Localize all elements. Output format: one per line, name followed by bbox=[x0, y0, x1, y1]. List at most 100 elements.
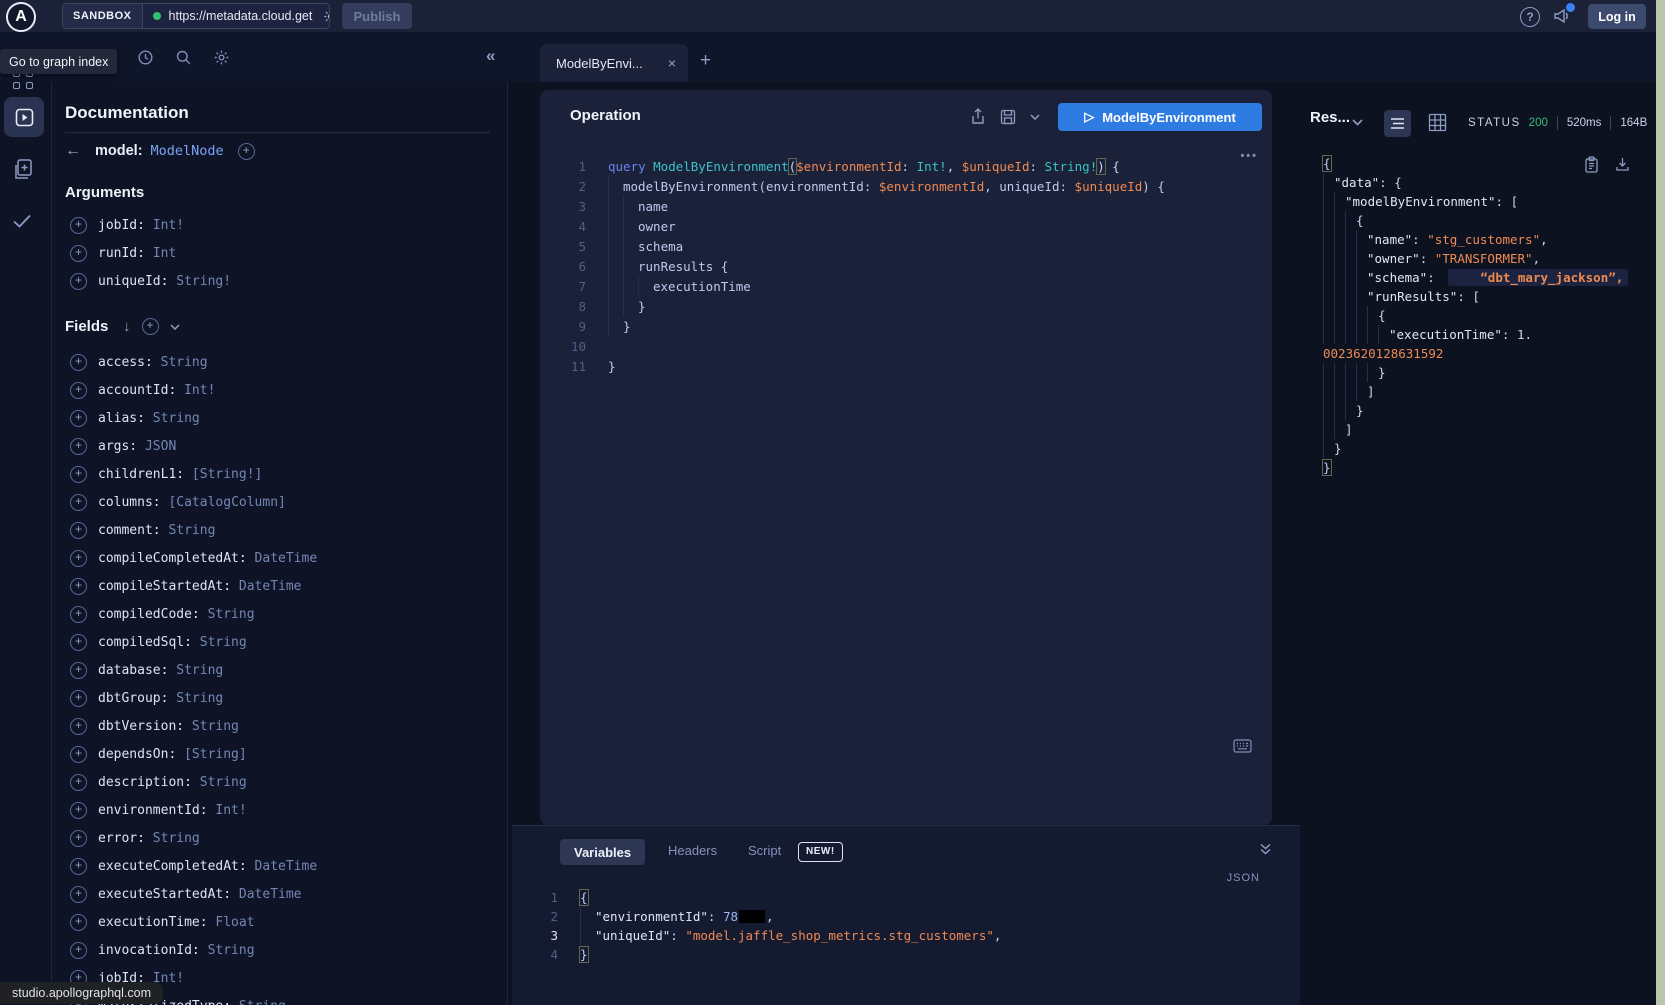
tab-script[interactable]: Script bbox=[748, 843, 781, 858]
field-row[interactable]: +executeStartedAt: DateTime bbox=[65, 880, 507, 908]
field-row[interactable]: +compiledCode: String bbox=[65, 600, 507, 628]
add-field-icon[interactable]: + bbox=[70, 634, 87, 651]
run-operation-button[interactable]: ▷ ModelByEnvironment bbox=[1058, 103, 1262, 131]
add-type-icon[interactable]: + bbox=[238, 143, 255, 160]
add-field-icon[interactable]: + bbox=[70, 410, 87, 427]
settings-gear-icon[interactable] bbox=[213, 49, 230, 66]
keyboard-shortcuts-icon[interactable] bbox=[1233, 739, 1252, 753]
add-field-icon[interactable]: + bbox=[70, 606, 87, 623]
add-field-icon[interactable]: + bbox=[70, 886, 87, 903]
field-row[interactable]: +compileStartedAt: DateTime bbox=[65, 572, 507, 600]
add-field-icon[interactable]: + bbox=[70, 662, 87, 679]
add-field-icon[interactable]: + bbox=[70, 718, 87, 735]
field-row[interactable]: +compiledSql: String bbox=[65, 628, 507, 656]
response-table-view-icon[interactable] bbox=[1428, 113, 1447, 132]
tab-modelbyenvironment[interactable]: ModelByEnvi... × bbox=[540, 44, 688, 82]
add-field-icon[interactable]: + bbox=[70, 774, 87, 791]
field-row[interactable]: +alias: String bbox=[65, 404, 507, 432]
collapse-variables-icon[interactable] bbox=[1259, 843, 1272, 855]
field-type[interactable]: String bbox=[192, 719, 239, 734]
field-type[interactable]: DateTime bbox=[255, 859, 318, 874]
field-type[interactable]: String bbox=[200, 635, 247, 650]
field-row[interactable]: +dbtVersion: String bbox=[65, 712, 507, 740]
field-type[interactable]: String bbox=[168, 523, 215, 538]
add-field-icon[interactable]: + bbox=[70, 354, 87, 371]
add-field-icon[interactable]: + bbox=[70, 830, 87, 847]
save-icon[interactable] bbox=[1000, 109, 1016, 125]
add-field-icon[interactable]: + bbox=[70, 578, 87, 595]
field-type[interactable]: [String!] bbox=[192, 467, 262, 482]
field-row[interactable]: +comment: String bbox=[65, 516, 507, 544]
publish-button[interactable]: Publish bbox=[342, 3, 412, 29]
field-type[interactable]: String bbox=[200, 775, 247, 790]
history-icon[interactable] bbox=[137, 49, 154, 66]
field-row[interactable]: +description: String bbox=[65, 768, 507, 796]
field-type[interactable]: String bbox=[176, 663, 223, 678]
field-row[interactable]: +environmentId: Int! bbox=[65, 796, 507, 824]
field-type[interactable]: DateTime bbox=[255, 551, 318, 566]
field-row[interactable]: +compileCompletedAt: DateTime bbox=[65, 544, 507, 572]
field-row[interactable]: +args: JSON bbox=[65, 432, 507, 460]
response-chevron-icon[interactable] bbox=[1352, 119, 1363, 126]
field-type[interactable]: String! bbox=[176, 274, 231, 289]
field-type[interactable]: JSON bbox=[145, 439, 176, 454]
field-type[interactable]: String bbox=[176, 691, 223, 706]
add-field-icon[interactable]: + bbox=[70, 273, 87, 290]
field-row[interactable]: +dbtGroup: String bbox=[65, 684, 507, 712]
field-type[interactable]: String bbox=[153, 831, 200, 846]
breadcrumb-type[interactable]: ModelNode bbox=[151, 143, 224, 159]
add-field-icon[interactable]: + bbox=[70, 522, 87, 539]
field-type[interactable]: Int! bbox=[153, 218, 184, 233]
variables-editor[interactable]: 1{2"environmentId": 78,3"uniqueId": "mod… bbox=[530, 888, 1001, 964]
add-field-icon[interactable]: + bbox=[70, 438, 87, 455]
argument-row[interactable]: +runId: Int bbox=[65, 239, 507, 267]
chevron-down-icon[interactable] bbox=[170, 324, 180, 330]
field-row[interactable]: +accountId: Int! bbox=[65, 376, 507, 404]
field-type[interactable]: String bbox=[161, 355, 208, 370]
field-type[interactable]: Int! bbox=[215, 803, 246, 818]
field-type[interactable]: String bbox=[153, 411, 200, 426]
sort-fields-icon[interactable]: ↓ bbox=[123, 318, 131, 335]
help-icon[interactable]: ? bbox=[1520, 7, 1540, 27]
tab-close-icon[interactable]: × bbox=[668, 55, 676, 71]
field-type[interactable]: String bbox=[208, 607, 255, 622]
field-type[interactable]: Float bbox=[215, 915, 254, 930]
apollo-logo[interactable]: A bbox=[6, 2, 36, 32]
add-field-icon[interactable]: + bbox=[70, 858, 87, 875]
add-field-icon[interactable]: + bbox=[70, 466, 87, 483]
tab-variables[interactable]: Variables bbox=[560, 839, 645, 865]
field-type[interactable]: [String] bbox=[184, 747, 247, 762]
back-arrow-icon[interactable]: ← bbox=[65, 142, 81, 160]
field-row[interactable]: +columns: [CatalogColumn] bbox=[65, 488, 507, 516]
field-type[interactable]: Int bbox=[153, 246, 176, 261]
add-field-icon[interactable]: + bbox=[70, 690, 87, 707]
collapse-sidebar-icon[interactable]: « bbox=[486, 46, 495, 66]
nav-collections-icon[interactable] bbox=[12, 158, 34, 182]
field-type[interactable]: String bbox=[239, 999, 286, 1005]
login-button[interactable]: Log in bbox=[1588, 4, 1646, 29]
save-options-chevron-icon[interactable] bbox=[1030, 114, 1040, 120]
announcements-icon[interactable] bbox=[1552, 6, 1572, 26]
field-row[interactable]: +dependsOn: [String] bbox=[65, 740, 507, 768]
field-type[interactable]: DateTime bbox=[239, 887, 302, 902]
connection-settings-gear-icon[interactable] bbox=[323, 9, 330, 24]
add-field-icon[interactable]: + bbox=[70, 802, 87, 819]
argument-row[interactable]: +jobId: Int! bbox=[65, 211, 507, 239]
add-field-icon[interactable]: + bbox=[70, 746, 87, 763]
field-row[interactable]: +access: String bbox=[65, 348, 507, 376]
search-icon[interactable] bbox=[175, 49, 192, 66]
field-row[interactable]: +childrenL1: [String!] bbox=[65, 460, 507, 488]
add-field-icon[interactable]: + bbox=[70, 914, 87, 931]
add-field-icon[interactable]: + bbox=[70, 382, 87, 399]
new-tab-icon[interactable]: + bbox=[700, 50, 711, 72]
add-field-icon[interactable]: + bbox=[70, 245, 87, 262]
operation-menu-icon[interactable]: ••• bbox=[1240, 150, 1258, 162]
field-row[interactable]: +executeCompletedAt: DateTime bbox=[65, 852, 507, 880]
add-field-icon[interactable]: + bbox=[70, 550, 87, 567]
tab-headers[interactable]: Headers bbox=[668, 843, 717, 858]
nav-checks-icon[interactable] bbox=[11, 212, 33, 230]
argument-row[interactable]: +uniqueId: String! bbox=[65, 267, 507, 295]
field-type[interactable]: DateTime bbox=[239, 579, 302, 594]
nav-explorer-icon[interactable] bbox=[4, 97, 44, 137]
add-field-icon[interactable]: + bbox=[70, 217, 87, 234]
